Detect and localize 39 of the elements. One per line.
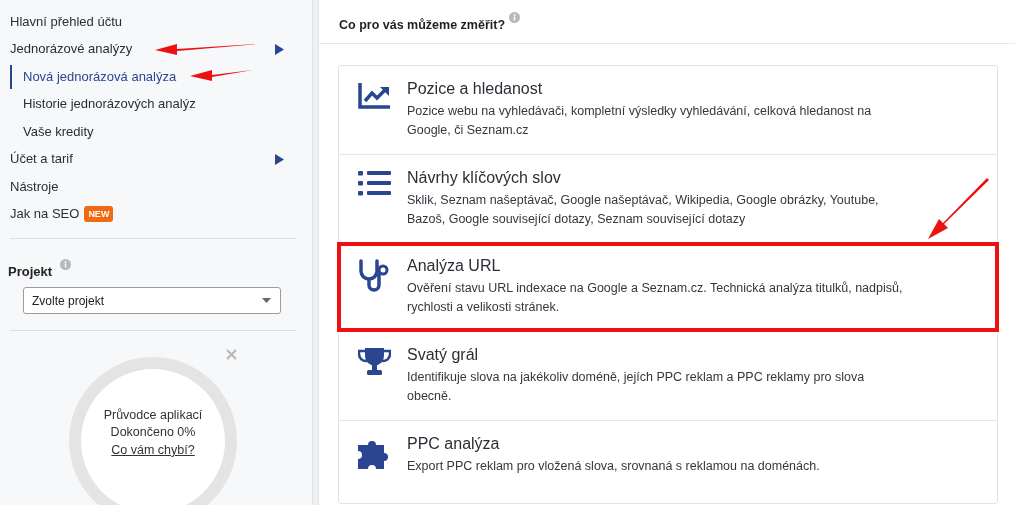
analysis-option[interactable]: Pozice a hledanost Pozice webu na vyhledávači, kompletní výsledky vyhledávání, celková hledanost na Google, či Seznam.cz xyxy=(339,66,997,154)
expand-arrow-icon[interactable] xyxy=(275,43,284,55)
trophy-icon xyxy=(358,348,391,376)
trend-chart-icon xyxy=(358,82,391,109)
option-description: Sklik, Seznam našeptávač, Google našeptávač, Wikipedia, Google obrázky, Youtube, Bazoš, Google související dotazy, Seznam související dotazy xyxy=(407,192,880,228)
guide-text: Průvodce aplikací xyxy=(103,406,203,424)
guide-link[interactable]: Co vám chybí? xyxy=(111,441,195,460)
option-title: Pozice a hledanost xyxy=(407,80,544,98)
guide-text: Dokončeno 0% xyxy=(110,424,196,442)
nav-item[interactable]: Účet a tarif xyxy=(10,150,73,169)
info-icon[interactable] xyxy=(60,259,72,270)
list-icon xyxy=(358,171,391,196)
nav-item[interactable]: Hlavní přehled účtu xyxy=(10,12,122,31)
option-description: Pozice webu na vyhledávači, kompletní výsledky vyhledávání, celková hledanost na Google, či Seznam.cz xyxy=(407,103,873,139)
section-title: Co pro vás můžeme změřit? xyxy=(339,18,505,32)
option-description: Ověření stavu URL indexace na Google a Seznam.cz. Technická analýza titulků, nadpisů, rychlosti a velikosti stránek. xyxy=(407,280,904,316)
option-title: PPC analýza xyxy=(407,435,501,453)
info-icon[interactable] xyxy=(509,12,520,23)
stethoscope-icon xyxy=(358,259,391,293)
option-title: Návrhy klíčových slov xyxy=(407,169,562,187)
nav-item[interactable]: Jak na SEO xyxy=(10,205,80,224)
caret-icon xyxy=(262,298,271,303)
option-title: Svatý grál xyxy=(407,346,480,364)
option-title: Analýza URL xyxy=(407,257,502,275)
analysis-option[interactable]: PPC analýza Export PPC reklam pro vložená slova, srovnaná s reklamou na doménách. xyxy=(339,420,997,503)
project-select[interactable]: Zvolte projekt xyxy=(23,287,281,314)
option-description: Identifikuje slova na jakékoliv doméně, jejích PPC reklam a PPC reklamy pro slova obecně. xyxy=(407,369,866,405)
expand-arrow-icon[interactable] xyxy=(275,153,284,165)
close-icon[interactable] xyxy=(226,349,237,360)
nav-item[interactable]: Vaše kredity xyxy=(10,119,94,144)
nav-item[interactable]: Nástroje xyxy=(10,177,59,196)
annotation-arrow xyxy=(925,176,991,242)
new-badge: NEW xyxy=(84,206,114,223)
nav-item[interactable]: Nová jednorázová analýza xyxy=(10,64,177,89)
analysis-option[interactable]: Svatý grál Identifikuje slova na jakékoliv doméně, jejích PPC reklam a PPC reklamy pro slova obecně. xyxy=(339,331,997,420)
nav-item[interactable]: Historie jednorázových analýz xyxy=(10,92,196,117)
project-label: Projekt xyxy=(8,264,53,279)
nav-item[interactable]: Jednorázové analýzy xyxy=(10,40,133,59)
option-description: Export PPC reklam pro vložená slova, srovnaná s reklamou na doménách. xyxy=(407,458,820,475)
